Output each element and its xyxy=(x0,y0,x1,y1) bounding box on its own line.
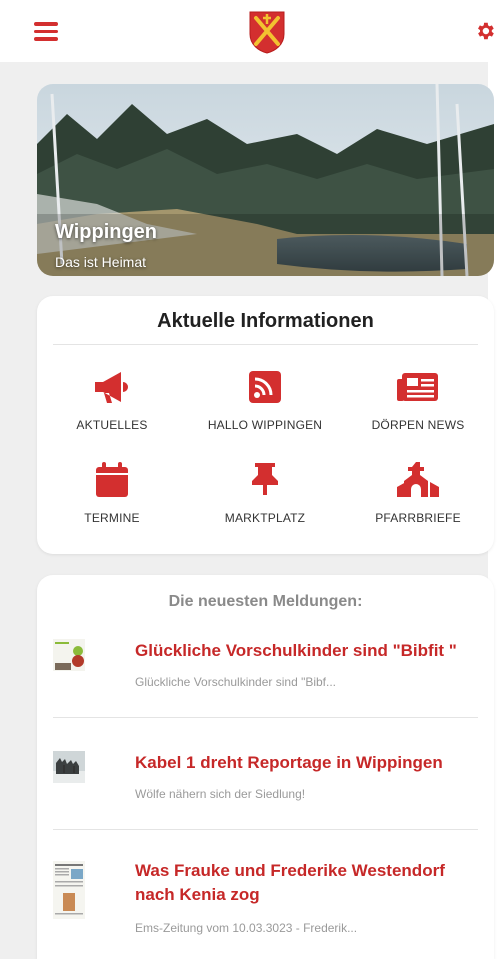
tile-label: HALLO WIPPINGEN xyxy=(207,418,323,432)
church-icon xyxy=(397,462,439,497)
news-subtitle: Ems-Zeitung vom 10.03.3023 - Frederik... xyxy=(135,921,358,935)
hero-title: Wippingen xyxy=(55,221,158,243)
news-title: Glückliche Vorschulkinder sind "Bibfit " xyxy=(135,641,457,660)
news-item[interactable]: Was Frauke und Frederike Westendorf nach… xyxy=(53,859,478,955)
tile-doerpen-news[interactable]: DÖRPEN NEWS xyxy=(343,370,493,450)
tile-label: TERMINE xyxy=(84,511,140,525)
news-thumbnail xyxy=(53,861,85,919)
newspaper-icon xyxy=(397,373,438,401)
divider xyxy=(53,829,478,830)
pushpin-icon xyxy=(252,463,278,495)
megaphone-icon xyxy=(95,372,128,403)
news-title: Was Frauke und Frederike Westendorf nach… xyxy=(135,861,445,904)
rss-icon xyxy=(249,371,281,403)
tile-label: PFARRBRIEFE xyxy=(375,511,461,525)
news-thumbnail xyxy=(53,639,85,671)
news-card: Die neuesten Meldungen: Glückliche Vorsc… xyxy=(37,575,494,959)
tile-label: MARKTPLATZ xyxy=(224,511,306,525)
info-card: Aktuelle Informationen AKTUELLES HALLO W… xyxy=(37,296,494,554)
news-subtitle: Wölfe nähern sich der Siedlung! xyxy=(135,787,306,801)
news-heading: Die neuesten Meldungen: xyxy=(168,593,363,610)
tile-label: AKTUELLES xyxy=(76,418,148,432)
calendar-icon xyxy=(96,462,128,497)
news-subtitle: Glückliche Vorschulkinder sind "Bibf... xyxy=(135,675,337,689)
tile-hallo-wippingen[interactable]: HALLO WIPPINGEN xyxy=(190,370,340,450)
tile-label: DÖRPEN NEWS xyxy=(371,418,465,432)
tile-termine[interactable]: TERMINE xyxy=(37,461,187,541)
hero-subtitle: Das ist Heimat xyxy=(55,254,147,270)
news-item[interactable]: Kabel 1 dreht Reportage in Wippingen Wöl… xyxy=(53,747,478,817)
divider xyxy=(53,344,478,345)
hamburger-menu-icon[interactable] xyxy=(34,22,58,41)
hero-banner[interactable]: Wippingen Das ist Heimat xyxy=(37,84,494,276)
tile-marktplatz[interactable]: MARKTPLATZ xyxy=(190,461,340,541)
info-title: Aktuelle Informationen xyxy=(157,310,374,332)
news-item[interactable]: Glückliche Vorschulkinder sind "Bibfit "… xyxy=(53,635,478,705)
tile-pfarrbriefe[interactable]: PFARRBRIEFE xyxy=(343,461,493,541)
tile-aktuelles[interactable]: AKTUELLES xyxy=(37,370,187,450)
hero-image xyxy=(37,84,494,276)
app-header xyxy=(0,0,502,62)
divider xyxy=(53,717,478,718)
crest-icon[interactable] xyxy=(248,10,286,54)
gear-icon[interactable] xyxy=(474,20,496,42)
news-title: Kabel 1 dreht Reportage in Wippingen xyxy=(135,753,443,772)
news-thumbnail xyxy=(53,751,85,783)
